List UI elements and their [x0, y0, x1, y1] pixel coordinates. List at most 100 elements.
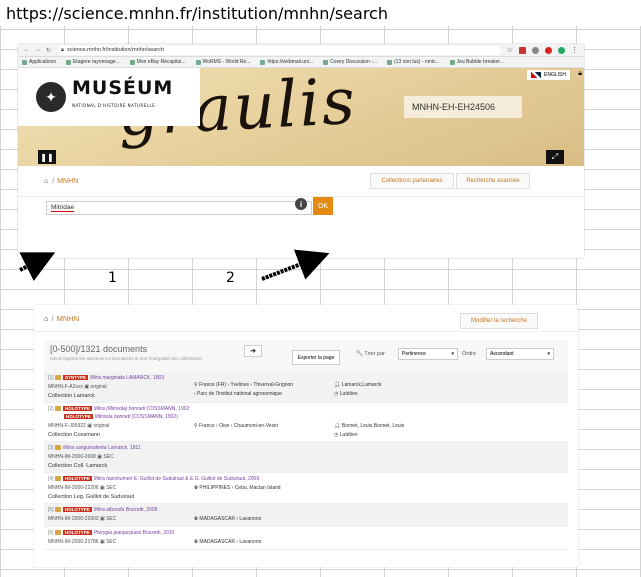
home-icon[interactable]: ⌂: [44, 314, 49, 323]
partner-collections-button[interactable]: Collections partenaires: [370, 173, 454, 189]
taxon-link[interactable]: Mitra marginata: [90, 375, 125, 381]
search-row: Mitridae i OK: [18, 197, 584, 231]
image-icon: ▣: [87, 423, 92, 429]
advanced-search-button[interactable]: Recherche avancée: [456, 173, 530, 189]
export-page-button[interactable]: Exporter la page: [292, 350, 340, 365]
result-count: [0-500]/1321 documents: [50, 344, 148, 354]
next-page-button[interactable]: ➔: [244, 345, 262, 357]
specimen-id[interactable]: MNHN-IM-2000-2668: [48, 454, 96, 460]
brand-subtitle: NATIONAL D'HISTOIRE NATURELLE: [72, 103, 156, 108]
taxon-link[interactable]: Mitra hanshumeri: [94, 476, 133, 482]
results-screenshot: ⌂ / MNHN Modifier la recherche [0-500]/13…: [34, 305, 578, 567]
taxon-link[interactable]: Mitra sanguinolenta: [63, 445, 107, 451]
lock-icon: 🔒︎: [61, 46, 64, 53]
specimen-label: MNHN-EH-EH24506: [404, 96, 522, 118]
result-note: (seuls figurent les spécimens informatis…: [50, 356, 203, 361]
ok-button[interactable]: OK: [313, 197, 333, 215]
location-pin-icon: ⚲: [194, 382, 198, 388]
collection-name: Collection Coll. Lamarck: [48, 463, 108, 469]
menu-icon[interactable]: ⋮: [571, 47, 578, 54]
extension-icon[interactable]: [519, 46, 526, 54]
specimen-id[interactable]: MNHN-F-J05922: [48, 423, 86, 429]
person-icon: 👤︎: [334, 423, 341, 429]
location-pin-icon: ⚲: [194, 423, 198, 429]
result-row[interactable]: [2] HOLOTYPE Mitra (Mitreola) bonneti COS…: [44, 403, 568, 442]
sort-select[interactable]: Pertinence: [398, 348, 458, 360]
bookmark-item[interactable]: Cowry Discussion -...: [323, 59, 377, 65]
bookmark-item[interactable]: (13 non lus) - nmic...: [387, 59, 440, 65]
home-icon[interactable]: ⌂: [44, 178, 48, 185]
bookmark-item[interactable]: Etagere rayonnage...: [65, 59, 120, 65]
breadcrumb: ⌂ / MNHN Collections partenaires Recherch…: [18, 166, 584, 197]
uk-flag-icon: [531, 72, 542, 78]
reload-icon[interactable]: ↻: [46, 47, 51, 54]
extension-icon[interactable]: [545, 46, 552, 54]
arrow-to-ok-button: [261, 249, 330, 281]
image-icon: ▣: [99, 485, 105, 491]
order-label: Ordre: [462, 351, 477, 357]
type-badge: HOLOTYPE: [62, 406, 92, 411]
type-badge: HOLOTYPE: [62, 507, 92, 512]
modify-search-button[interactable]: Modifier la recherche: [460, 313, 538, 329]
bookmark-item[interactable]: https://webmail.uni...: [260, 59, 313, 65]
bookmark-item[interactable]: Jeu Bubble breaker...: [449, 59, 504, 65]
language-switch[interactable]: ENGLISH: [527, 70, 570, 80]
info-icon[interactable]: i: [295, 198, 307, 210]
globe-icon: 🌐︎: [194, 485, 199, 491]
type-badge: HOLOTYPE: [62, 476, 92, 481]
clock-icon: ◷: [334, 432, 339, 438]
tag-icon: [54, 445, 61, 451]
expand-icon[interactable]: ⤢: [546, 150, 564, 164]
address-text: science.mnhn.fr/institution/mnhn/search: [66, 47, 164, 53]
type-badge: SYNTYPE: [62, 375, 88, 380]
seal-icon: ✦: [36, 82, 66, 112]
result-row[interactable]: [5] HOLOTYPE Mitra alborufa Bozzetti, 200…: [44, 504, 568, 527]
specimen-id[interactable]: MNHN-IM-2000-22903: [48, 516, 99, 522]
museum-logo[interactable]: ✦ MUSÉUM NATIONAL D'HISTOIRE NATURELLE: [18, 68, 200, 126]
result-row[interactable]: [4] HOLOTYPE Mitra hanshumeri E. Guillot …: [44, 473, 568, 504]
extension-icon[interactable]: [532, 46, 539, 54]
collection-name: Collection Leg. Guillot de Suduiraut: [48, 494, 135, 500]
specimen-id[interactable]: MNHN-F-A2xxx: [48, 384, 83, 390]
image-icon: ▣: [99, 539, 105, 545]
specimen-id[interactable]: MNHN-IM-2000-23786: [48, 539, 99, 545]
tag-icon: [54, 507, 61, 513]
clock-icon: ◷: [334, 391, 339, 397]
order-select[interactable]: Ascendant: [486, 348, 554, 360]
search-input[interactable]: Mitridae: [46, 201, 312, 215]
tag-icon: [54, 476, 61, 482]
taxon-link[interactable]: Mitreola bonneti: [95, 414, 131, 420]
bookmark-item[interactable]: WoRMS - World Re...: [195, 59, 250, 65]
breadcrumb: ⌂ / MNHN Modifier la recherche: [34, 305, 578, 332]
sort-label: 🔧︎ Trier par: [356, 351, 385, 357]
star-icon[interactable]: ☆: [507, 47, 513, 54]
forward-icon[interactable]: →: [35, 47, 41, 54]
taxon-link[interactable]: Mitra alborufa: [94, 507, 125, 513]
wrench-icon: 🔧︎: [356, 351, 363, 357]
hero-banner: graulis ✦ MUSÉUM NATIONAL D'HISTOIRE NAT…: [18, 68, 584, 166]
breadcrumb-mnhn[interactable]: MNHN: [57, 178, 78, 185]
image-icon: ▣: [97, 454, 102, 460]
result-row[interactable]: [1] SYNTYPE Mitra marginata LAMARCK, 1803…: [44, 372, 568, 403]
tag-icon: [54, 375, 61, 381]
login-lock-icon[interactable]: 🔒︎: [578, 70, 582, 78]
search-screenshot: ← → ↻ 🔒︎ science.mnhn.fr/institution/mnh…: [18, 44, 584, 258]
bookmark-item[interactable]: Mon eBay Récapitul...: [129, 59, 186, 65]
specimen-id[interactable]: MNHN-IM-2000-22206: [48, 485, 99, 491]
browser-toolbar: ← → ↻ 🔒︎ science.mnhn.fr/institution/mnh…: [18, 44, 584, 57]
taxon-link[interactable]: Mitra (Mitreola) bonneti: [94, 406, 145, 412]
pause-icon[interactable]: ❚❚: [38, 150, 56, 164]
result-row[interactable]: [3] Mitra sanguinolenta Lamarck, 1811 MN…: [44, 442, 568, 473]
annotation-number-2: 2: [226, 270, 235, 286]
taxon-link[interactable]: Pterygia jeanjacquesi: [94, 530, 142, 536]
avatar[interactable]: [558, 46, 565, 54]
back-icon[interactable]: ←: [24, 47, 30, 54]
url-caption: https://science.mnhn.fr/institution/mnhn…: [0, 0, 641, 26]
breadcrumb-mnhn[interactable]: MNHN: [57, 314, 80, 323]
result-row[interactable]: [6] HOLOTYPE Pterygia jeanjacquesi Bozzet…: [44, 527, 568, 550]
tag-icon: [54, 530, 61, 536]
annotation-number-1: 1: [108, 270, 117, 286]
arrow-to-search-input: [19, 252, 56, 282]
address-bar[interactable]: 🔒︎ science.mnhn.fr/institution/mnhn/sear…: [57, 45, 501, 55]
bookmark-item[interactable]: Applications: [22, 59, 56, 65]
